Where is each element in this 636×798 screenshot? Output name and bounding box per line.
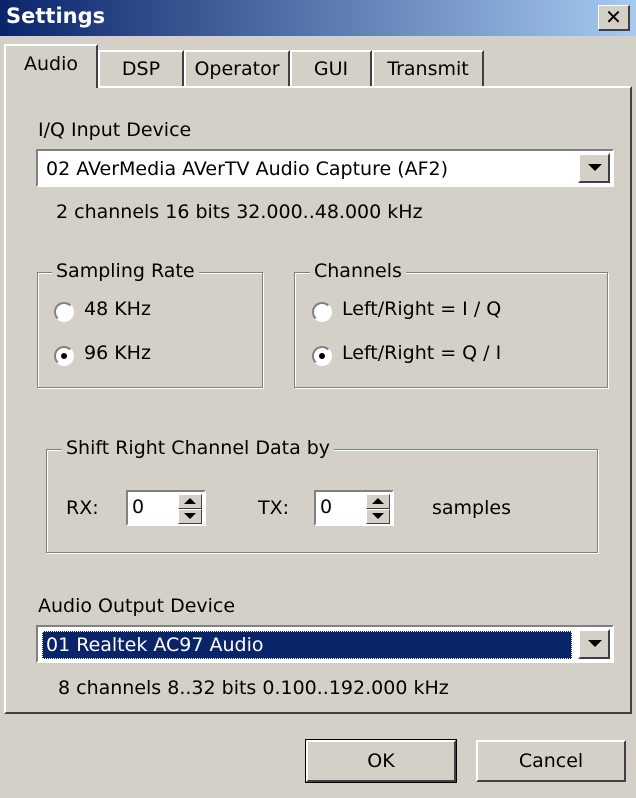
close-icon: ✕ [605, 5, 622, 29]
radio-iq-label: Left/Right = I / Q [342, 298, 502, 320]
radio-48khz-label: 48 KHz [84, 298, 151, 320]
tx-spin-down-button[interactable] [366, 509, 390, 524]
tab-transmit[interactable]: Transmit [372, 50, 484, 86]
shift-right-channel-title: Shift Right Channel Data by [62, 437, 335, 459]
samples-unit-label: samples [432, 497, 511, 519]
tx-shift-value[interactable]: 0 [320, 496, 332, 518]
radio-48khz-indicator[interactable] [54, 302, 74, 322]
arrow-down-icon [372, 513, 384, 519]
chevron-down-icon [588, 164, 602, 171]
iq-input-label: I/Q Input Device [38, 119, 192, 141]
tx-spin-up-button[interactable] [366, 494, 390, 509]
radio-qi-label: Left/Right = Q / I [342, 342, 502, 364]
cancel-button[interactable]: Cancel [476, 740, 626, 782]
audio-output-label: Audio Output Device [38, 595, 236, 617]
radio-48khz[interactable]: 48 KHz [54, 298, 194, 324]
sampling-rate-title: Sampling Rate [52, 260, 199, 282]
rx-spin-up-button[interactable] [178, 494, 202, 509]
radio-96khz-indicator[interactable] [54, 346, 74, 366]
arrow-up-icon [184, 498, 196, 504]
sampling-rate-group [37, 272, 263, 388]
rx-label: RX: [66, 497, 99, 519]
audio-output-dropdown-button[interactable] [578, 629, 610, 659]
iq-input-device-select[interactable]: 02 AVerMedia AVerTV Audio Capture (AF2) [36, 149, 614, 187]
audio-output-info: 8 channels 8..32 bits 0.100..192.000 kHz [58, 677, 449, 699]
tab-gui[interactable]: GUI [290, 50, 372, 86]
iq-input-info: 2 channels 16 bits 32.000..48.000 kHz [56, 201, 423, 223]
arrow-down-icon [184, 513, 196, 519]
tab-operator[interactable]: Operator [184, 50, 290, 86]
window-title: Settings [6, 4, 106, 28]
chevron-down-icon [588, 640, 602, 647]
close-button[interactable]: ✕ [598, 5, 630, 31]
tx-label: TX: [258, 497, 290, 519]
channels-group [294, 272, 608, 388]
audio-output-device-select[interactable]: 01 Realtek AC97 Audio [36, 625, 614, 663]
channels-title: Channels [310, 260, 406, 282]
iq-input-dropdown-button[interactable] [578, 153, 610, 183]
arrow-up-icon [372, 498, 384, 504]
audio-output-selected-value: 01 Realtek AC97 Audio [42, 631, 572, 659]
radio-left-right-qi[interactable]: Left/Right = Q / I [312, 342, 572, 368]
rx-shift-value[interactable]: 0 [132, 496, 144, 518]
tx-shift-spinbox[interactable]: 0 [314, 490, 394, 526]
ok-button[interactable]: OK [305, 739, 457, 783]
radio-96khz[interactable]: 96 KHz [54, 342, 194, 368]
radio-qi-indicator[interactable] [312, 346, 332, 366]
iq-input-selected-value: 02 AVerMedia AVerTV Audio Capture (AF2) [46, 158, 449, 180]
tab-dsp[interactable]: DSP [98, 50, 184, 86]
rx-shift-spinbox[interactable]: 0 [126, 490, 206, 526]
tab-audio[interactable]: Audio [4, 44, 98, 88]
radio-left-right-iq[interactable]: Left/Right = I / Q [312, 298, 572, 324]
radio-iq-indicator[interactable] [312, 302, 332, 322]
rx-spin-down-button[interactable] [178, 509, 202, 524]
radio-96khz-label: 96 KHz [84, 342, 151, 364]
